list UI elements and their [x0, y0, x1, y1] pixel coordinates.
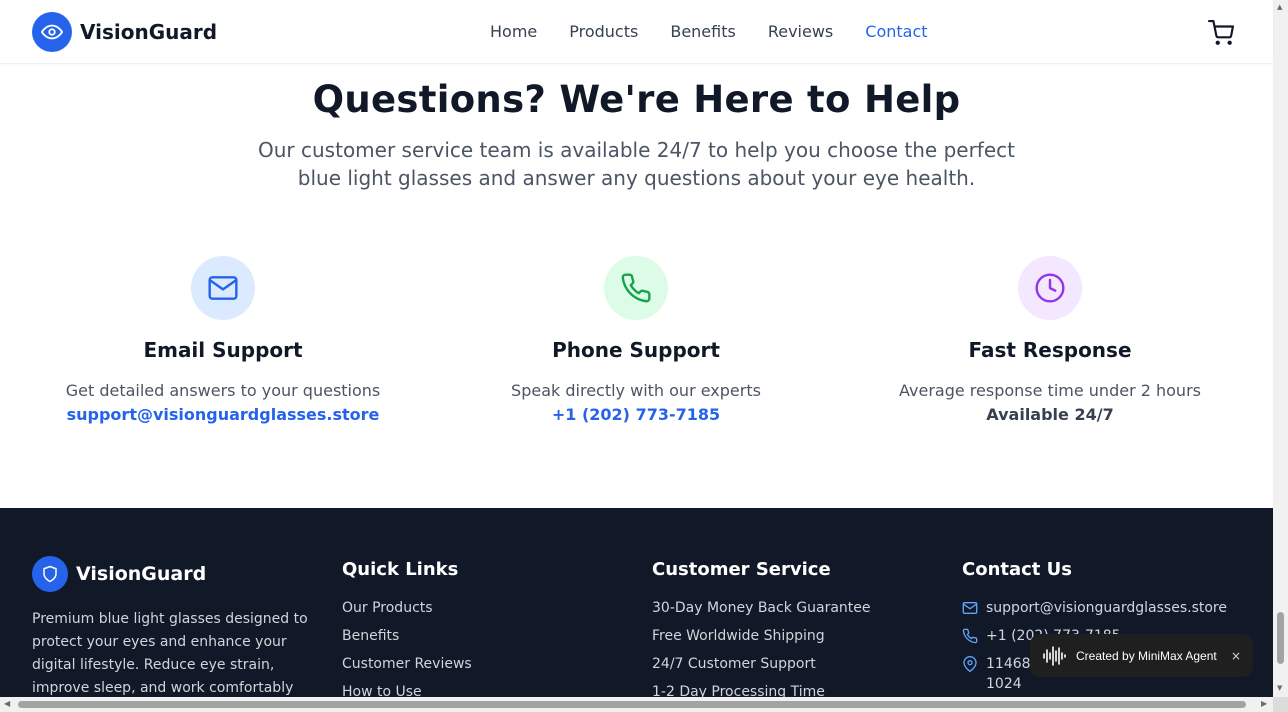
- phone-support-card: Phone Support Speak directly with our ex…: [456, 256, 816, 427]
- column-title: Quick Links: [342, 559, 459, 580]
- footer-link-how-to-use[interactable]: How to Use: [342, 682, 472, 698]
- scrollbar-thumb[interactable]: [1277, 612, 1284, 664]
- scrollbar-thumb[interactable]: [18, 701, 1246, 708]
- card-title: Email Support: [143, 338, 303, 362]
- cart-icon[interactable]: [1208, 20, 1234, 46]
- phone-link[interactable]: +1 (202) 773-7185: [456, 403, 816, 427]
- map-pin-icon: [963, 656, 977, 672]
- created-by-toast: Created by MiniMax Agent ×: [1030, 634, 1253, 677]
- quick-links-column: Quick Links Our Products Benefits Custom…: [342, 558, 472, 698]
- toast-text: Created by MiniMax Agent: [1076, 648, 1217, 663]
- main-nav: Home Products Benefits Reviews Contact: [474, 20, 944, 44]
- horizontal-scrollbar[interactable]: ◀ ▶: [0, 697, 1273, 712]
- card-description: Get detailed answers to your questions: [65, 381, 381, 400]
- service-item: 1-2 Day Processing Time: [652, 684, 825, 698]
- nav-home[interactable]: Home: [474, 20, 553, 44]
- nav-products[interactable]: Products: [553, 20, 654, 44]
- footer-email: support@visionguardglasses.store: [986, 600, 1227, 616]
- nav-benefits[interactable]: Benefits: [654, 20, 752, 44]
- card-title: Phone Support: [552, 338, 720, 362]
- nav-reviews[interactable]: Reviews: [752, 20, 849, 44]
- nav-contact[interactable]: Contact: [849, 20, 943, 44]
- column-title: Contact Us: [962, 559, 1073, 580]
- card-title: Fast Response: [968, 338, 1132, 362]
- service-item: 24/7 Customer Support: [652, 656, 816, 672]
- site-header: VisionGuard Home Products Benefits Revie…: [0, 0, 1273, 64]
- scroll-up-icon[interactable]: ▲: [1277, 3, 1282, 11]
- vertical-scrollbar[interactable]: ▲ ▼: [1273, 0, 1288, 697]
- footer-description: Premium blue light glasses designed to p…: [32, 611, 308, 696]
- card-description: Average response time under 2 hours: [899, 381, 1201, 400]
- footer-link-reviews[interactable]: Customer Reviews: [342, 654, 472, 674]
- mail-icon: [962, 602, 978, 614]
- email-support-card: Email Support Get detailed answers to yo…: [43, 256, 403, 427]
- section-title: Questions? We're Here to Help: [312, 78, 961, 121]
- footer-email-row[interactable]: support@visionguardglasses.store: [962, 598, 1262, 618]
- footer-brand-name: VisionGuard: [76, 563, 207, 585]
- availability-text: Available 24/7: [986, 405, 1114, 424]
- section-subtitle: Our customer service team is available 2…: [258, 138, 1015, 190]
- column-title: Customer Service: [652, 559, 831, 580]
- scrollbar-corner: [1273, 697, 1288, 712]
- shield-icon: [32, 556, 68, 592]
- service-item: 30-Day Money Back Guarantee: [652, 600, 871, 616]
- scroll-left-icon[interactable]: ◀: [4, 699, 10, 708]
- contact-us-column: Contact Us support@visionguardglasses.st…: [962, 558, 1262, 698]
- phone-icon: [604, 256, 668, 320]
- scroll-down-icon[interactable]: ▼: [1277, 684, 1282, 692]
- brand-logo-link[interactable]: VisionGuard: [32, 12, 217, 52]
- scroll-right-icon[interactable]: ▶: [1261, 699, 1267, 708]
- fast-response-card: Fast Response Average response time unde…: [870, 256, 1230, 427]
- email-link[interactable]: support@visionguardglasses.store: [43, 403, 403, 427]
- phone-icon: [962, 628, 978, 644]
- footer-brand[interactable]: VisionGuard: [32, 556, 206, 592]
- close-icon[interactable]: ×: [1231, 649, 1241, 663]
- service-item: Free Worldwide Shipping: [652, 628, 825, 644]
- brand-name: VisionGuard: [80, 20, 218, 44]
- footer-link-benefits[interactable]: Benefits: [342, 626, 472, 646]
- contact-section: Questions? We're Here to Help Our custom…: [0, 64, 1273, 508]
- waveform-icon: [1043, 645, 1066, 666]
- footer-link-products[interactable]: Our Products: [342, 598, 472, 618]
- card-description: Speak directly with our experts: [511, 381, 761, 400]
- eye-icon: [32, 12, 72, 52]
- customer-service-column: Customer Service 30-Day Money Back Guara…: [652, 558, 871, 698]
- mail-icon: [191, 256, 255, 320]
- clock-icon: [1018, 256, 1082, 320]
